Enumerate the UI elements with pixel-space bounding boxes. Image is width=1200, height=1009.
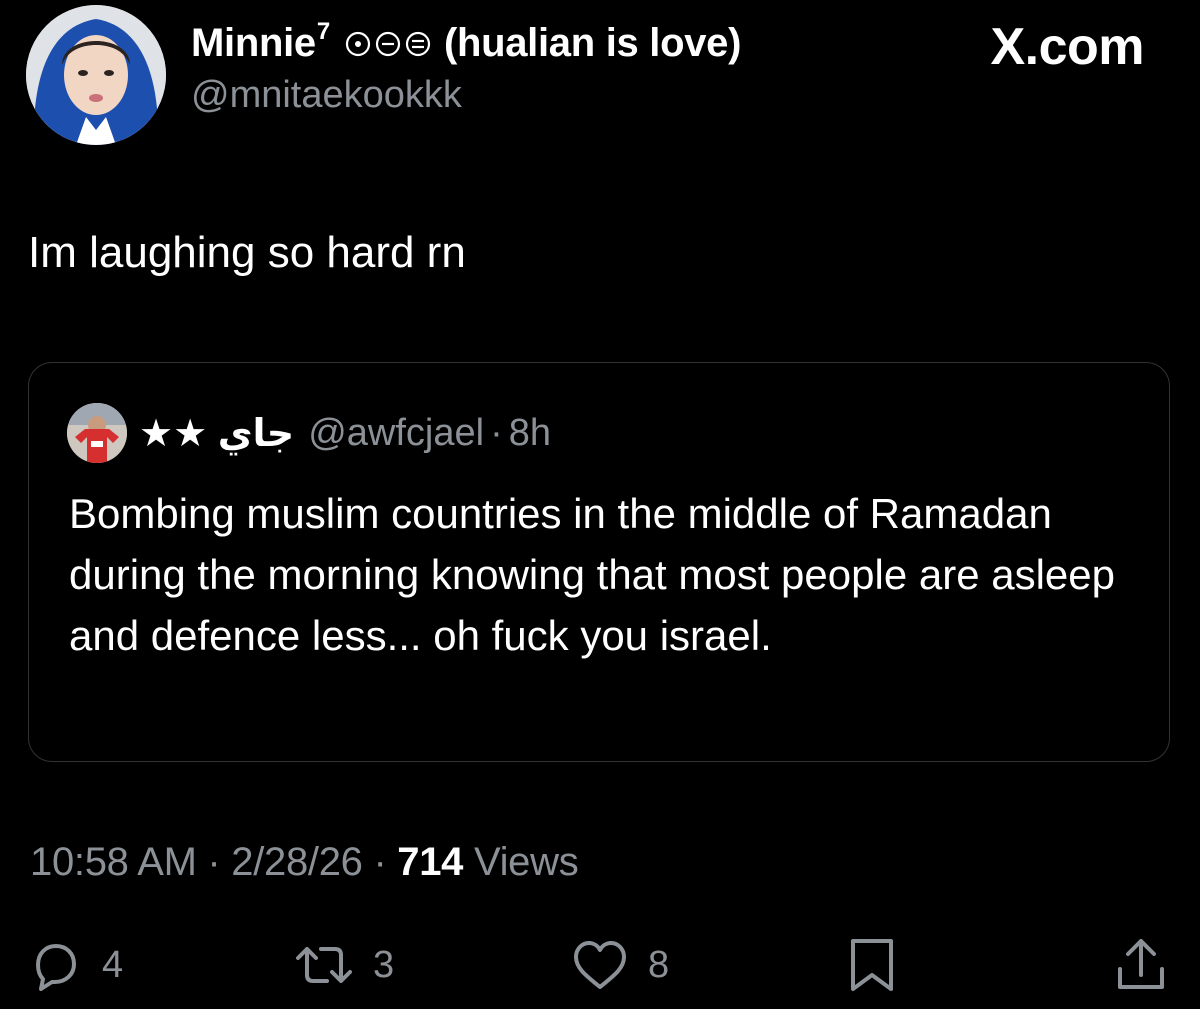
reply-button[interactable]: 4 (28, 930, 123, 1000)
circle-dot-icon (345, 31, 371, 56)
quoted-tweet[interactable]: ★★ جاي @awfcjael · 8h Bombing muslim cou… (28, 362, 1170, 762)
quoted-timestamp[interactable]: 8h (509, 412, 551, 455)
tweet-date[interactable]: 2/28/26 (231, 840, 363, 884)
circle-minus-icon (375, 31, 401, 56)
bookmark-button[interactable] (845, 930, 899, 1000)
site-brand: X.com (990, 18, 1144, 76)
views-count[interactable]: 714 (397, 840, 463, 884)
quoted-tweet-text: Bombing muslim countries in the middle o… (69, 490, 1115, 659)
quoted-tweet-header: ★★ جاي @awfcjael · 8h (67, 403, 551, 463)
author-name-superscript: 7 (316, 17, 330, 45)
like-button[interactable]: 8 (570, 930, 669, 1000)
author-name-suffix: (hualian is love) (443, 21, 742, 65)
share-icon (1118, 939, 1164, 989)
circle-equals-icon (405, 31, 431, 56)
share-button[interactable] (1112, 930, 1170, 1000)
author-avatar[interactable] (26, 5, 166, 145)
quoted-author-handle[interactable]: @awfcjael (308, 412, 484, 455)
quoted-author-avatar[interactable] (67, 403, 127, 463)
repost-button[interactable]: 3 (293, 930, 394, 1000)
tweet-text: Im laughing so hard rn (28, 228, 466, 277)
author-handle[interactable]: @mnitaekookkk (191, 74, 741, 117)
meta-separator-2: · (362, 840, 398, 884)
like-count: 8 (648, 943, 670, 986)
tweet-time[interactable]: 10:58 AM (30, 840, 197, 884)
quoted-author-name[interactable]: ★★ جاي (139, 411, 294, 456)
action-bar: 4 3 8 (0, 930, 1200, 1000)
reply-count: 4 (102, 943, 124, 986)
author-name: Minnie (191, 21, 316, 65)
author-display-name[interactable]: Minnie 7 (hualian is love) (191, 17, 742, 66)
repost-count: 3 (373, 943, 395, 986)
repost-icon (296, 947, 352, 983)
author-info: Minnie 7 (hualian is love) @mnitaekookkk (191, 17, 742, 117)
quoted-separator: · (490, 411, 503, 454)
tweet-header: Minnie 7 (hualian is love) @mnitaekookkk … (26, 5, 1176, 145)
bookmark-icon (851, 939, 893, 991)
like-icon (574, 941, 626, 989)
views-label: Views (463, 840, 579, 884)
reply-icon (36, 944, 76, 991)
tweet-meta: 10:58 AM · 2/28/26 · 714 Views (30, 840, 579, 885)
emoji-circles (344, 30, 432, 58)
meta-separator-1: · (196, 840, 232, 884)
